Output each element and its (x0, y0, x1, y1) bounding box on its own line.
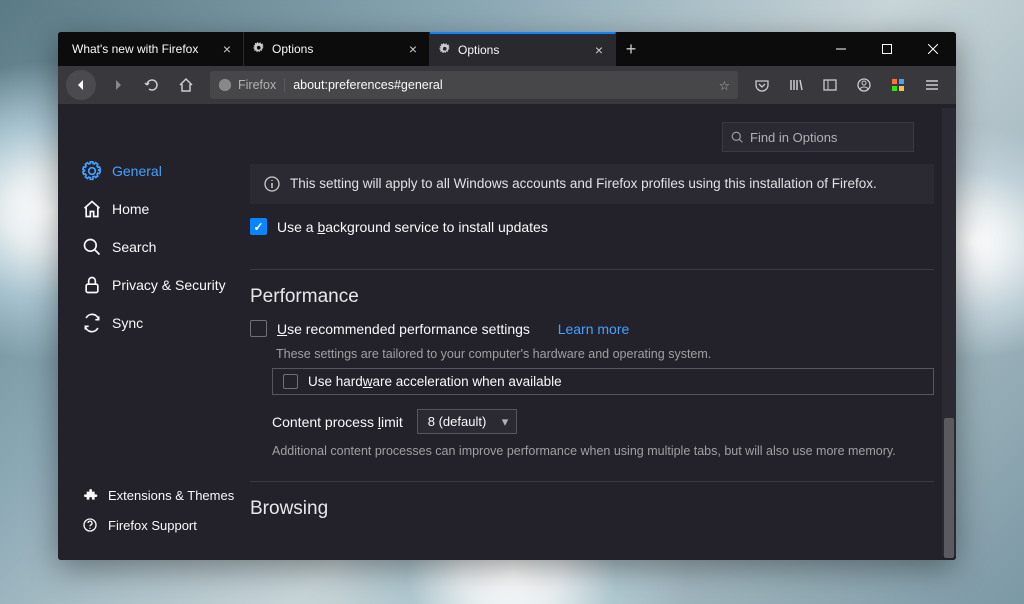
back-button[interactable] (66, 70, 96, 100)
close-icon[interactable]: × (219, 41, 235, 57)
cpl-hint: Additional content processes can improve… (272, 442, 934, 461)
sidebar-item-support[interactable]: Firefox Support (58, 510, 248, 540)
recommended-hint: These settings are tailored to your comp… (276, 345, 934, 364)
info-icon (264, 176, 280, 192)
search-icon (82, 237, 102, 257)
section-divider (250, 481, 934, 482)
sidebar-item-privacy[interactable]: Privacy & Security (58, 266, 248, 304)
search-icon (731, 131, 744, 144)
gear-icon (438, 42, 452, 59)
sidebar-item-label: Privacy & Security (112, 277, 226, 293)
hw-accel-checkbox[interactable] (283, 374, 298, 389)
info-banner: This setting will apply to all Windows a… (250, 164, 934, 204)
category-sidebar: General Home Search Privacy & Security S… (58, 104, 248, 560)
sidebar-item-general[interactable]: General (58, 152, 248, 190)
options-search[interactable]: Find in Options (722, 122, 914, 152)
section-divider (250, 269, 934, 270)
sidebar-item-extensions[interactable]: Extensions & Themes (58, 480, 248, 510)
lock-icon (82, 275, 102, 295)
sidebar-item-label: Search (112, 239, 156, 255)
search-placeholder: Find in Options (750, 130, 837, 145)
cpl-label: Content process limit (272, 414, 403, 430)
sidebar-item-search[interactable]: Search (58, 228, 248, 266)
preferences-content: General Home Search Privacy & Security S… (58, 104, 956, 560)
cpl-select[interactable]: 8 (default) (417, 409, 518, 434)
scroll-thumb[interactable] (944, 418, 954, 558)
sidebar-item-sync[interactable]: Sync (58, 304, 248, 342)
pocket-button[interactable] (746, 69, 778, 101)
sidebar-button[interactable] (814, 69, 846, 101)
identity-box[interactable]: Firefox (218, 78, 285, 92)
recommended-checkbox[interactable] (250, 320, 267, 337)
learn-more-link[interactable]: Learn more (558, 321, 630, 337)
account-button[interactable] (848, 69, 880, 101)
sync-icon (82, 313, 102, 333)
new-tab-button[interactable]: + (616, 32, 646, 66)
tab-options-2[interactable]: Options × (430, 32, 616, 66)
tab-whats-new[interactable]: What's new with Firefox × (58, 32, 244, 66)
titlebar: What's new with Firefox × Options × Opti… (58, 32, 956, 66)
hw-accel-row: Use hardware acceleration when available (272, 368, 934, 395)
bg-service-row: Use a background service to install upda… (250, 204, 934, 249)
url-bar[interactable]: Firefox about:preferences#general ☆ (210, 71, 738, 99)
firefox-window: What's new with Firefox × Options × Opti… (58, 32, 956, 560)
sidebar-item-label: Firefox Support (108, 518, 197, 533)
url-text: about:preferences#general (293, 78, 711, 92)
info-text: This setting will apply to all Windows a… (290, 174, 877, 194)
home-button[interactable] (170, 69, 202, 101)
forward-button[interactable] (102, 69, 134, 101)
tab-label: What's new with Firefox (72, 42, 213, 56)
sidebar-item-home[interactable]: Home (58, 190, 248, 228)
close-icon[interactable]: × (591, 42, 607, 58)
main-pane: Find in Options This setting will apply … (248, 104, 956, 560)
tab-options-1[interactable]: Options × (244, 32, 430, 66)
scrollbar[interactable] (942, 108, 956, 556)
sidebar-item-label: Sync (112, 315, 143, 331)
sidebar-item-label: Extensions & Themes (108, 488, 234, 503)
library-button[interactable] (780, 69, 812, 101)
tab-label: Options (458, 43, 585, 57)
bookmark-star-icon[interactable]: ☆ (719, 78, 730, 93)
tab-strip: What's new with Firefox × Options × Opti… (58, 32, 818, 66)
gear-icon (252, 41, 266, 58)
recommended-row: Use recommended performance settings Lea… (250, 316, 934, 341)
content-process-row: Content process limit 8 (default) (272, 409, 934, 434)
tab-label: Options (272, 42, 399, 56)
identity-label: Firefox (238, 78, 276, 92)
performance-heading: Performance (250, 286, 934, 308)
menu-button[interactable] (916, 69, 948, 101)
home-icon (82, 199, 102, 219)
maximize-button[interactable] (864, 32, 910, 66)
recommended-label: Use recommended performance settings (277, 321, 530, 337)
minimize-button[interactable] (818, 32, 864, 66)
close-icon[interactable]: × (405, 41, 421, 57)
sidebar-item-label: Home (112, 201, 149, 217)
gear-icon (82, 161, 102, 181)
sidebar-item-label: General (112, 163, 162, 179)
nav-toolbar: Firefox about:preferences#general ☆ (58, 66, 956, 104)
close-button[interactable] (910, 32, 956, 66)
hw-accel-label: Use hardware acceleration when available (308, 374, 562, 389)
reload-button[interactable] (136, 69, 168, 101)
firefox-logo-icon (218, 78, 232, 92)
bg-service-checkbox[interactable] (250, 218, 267, 235)
addon-button[interactable] (882, 69, 914, 101)
browsing-heading: Browsing (250, 498, 934, 520)
bg-service-label: Use a background service to install upda… (277, 219, 548, 235)
puzzle-icon (82, 487, 98, 503)
help-icon (82, 517, 98, 533)
